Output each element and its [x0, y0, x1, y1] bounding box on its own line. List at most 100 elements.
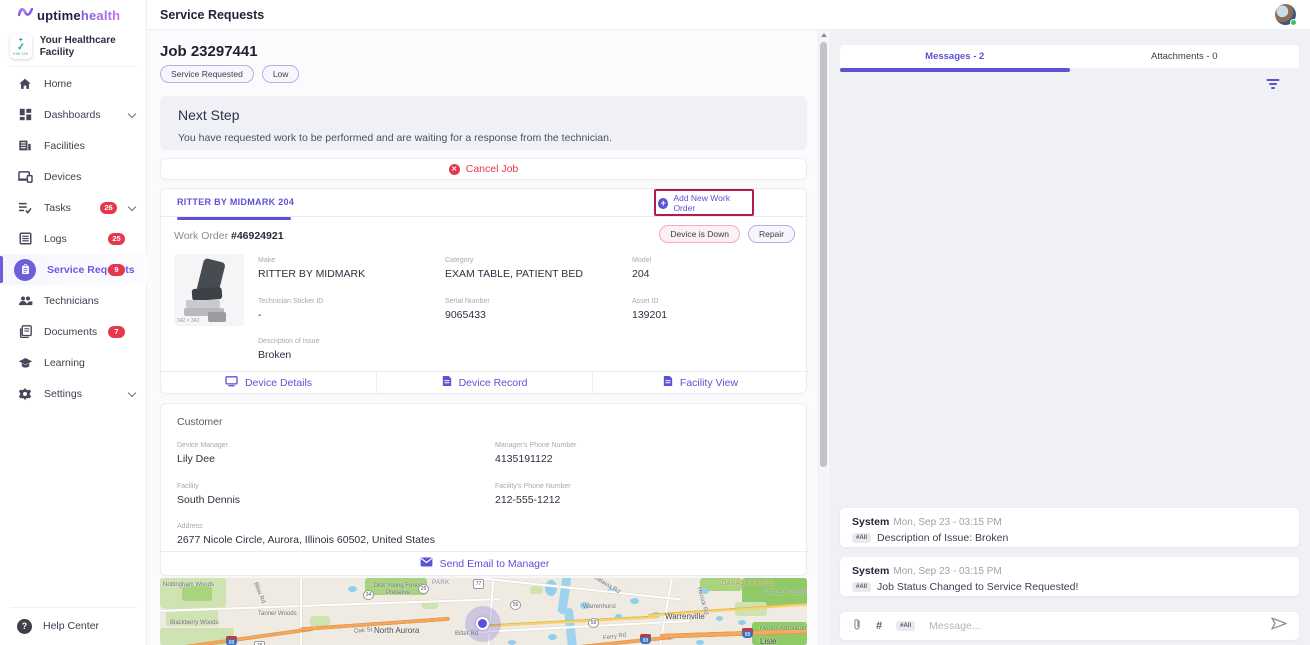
messages-panel: Messages - 2 Attachments - 0 System Mon, … — [829, 30, 1310, 645]
paperclip-icon[interactable] — [852, 617, 862, 636]
field-category: Category EXAM TABLE, PATIENT BED — [445, 257, 625, 280]
work-order-badges: Device is Down Repair — [659, 225, 795, 243]
filter-icon[interactable] — [1266, 79, 1279, 90]
building-icon — [17, 138, 33, 154]
message-text: Job Status Changed to Service Requested! — [877, 581, 1078, 593]
field-technician-sticker-id: Technician Sticker ID - — [258, 298, 438, 321]
main-scrollbar[interactable] — [818, 30, 828, 645]
scroll-up-arrow[interactable] — [819, 30, 829, 40]
channel-tag: #All — [852, 533, 871, 543]
field-address: Address 2677 Nicole Circle, Aurora, Illi… — [177, 523, 677, 546]
hash-icon[interactable]: # — [876, 620, 882, 632]
sidebar-item-devices[interactable]: Devices — [0, 161, 147, 192]
sidebar-item-technicians[interactable]: Technicians — [0, 285, 147, 316]
main-content: Job 23297441 Service Requested Low Next … — [147, 30, 819, 645]
sidebar-item-logs[interactable]: Logs 25 — [0, 223, 147, 254]
work-order-number: Work Order #46924921 — [174, 230, 284, 242]
device-record-button[interactable]: Device Record — [377, 372, 593, 393]
monitor-icon — [225, 376, 238, 390]
cancel-x-icon: ✕ — [449, 164, 460, 175]
chevron-down-icon — [129, 390, 136, 397]
chevron-down-icon — [129, 111, 136, 118]
sidebar-item-facilities[interactable]: Facilities — [0, 130, 147, 161]
logs-icon — [17, 231, 33, 247]
service-requests-count-badge: 9 — [108, 264, 125, 276]
next-step-panel: Next Step You have requested work to be … — [160, 96, 807, 150]
message-timestamp: Mon, Sep 23 - 03:15 PM — [893, 566, 1001, 577]
device-details-button[interactable]: Device Details — [161, 372, 377, 393]
brand-wordmark: uptimehealth — [37, 8, 120, 23]
sidebar-item-learning[interactable]: Learning — [0, 347, 147, 378]
field-manager-phone: Manager's Phone Number 4135191122 — [495, 442, 795, 465]
message-sender: System — [852, 565, 889, 577]
envelope-icon — [420, 557, 433, 570]
top-bar: Service Requests — [0, 0, 1310, 30]
people-icon — [17, 293, 33, 309]
field-make: Make RITTER BY MIDMARK — [258, 257, 438, 280]
home-icon — [17, 76, 33, 92]
next-step-description: You have requested work to be performed … — [178, 132, 789, 144]
sidebar-item-documents[interactable]: Documents 7 — [0, 316, 147, 347]
graduation-cap-icon — [17, 355, 33, 371]
field-description-of-issue: Description of Issue Broken — [258, 338, 438, 361]
document-icon — [663, 375, 673, 390]
tab-messages[interactable]: Messages - 2 — [840, 45, 1070, 68]
dashboard-icon — [17, 107, 33, 123]
plus-circle-icon: + — [658, 198, 668, 209]
panel-tabs: Messages - 2 Attachments - 0 — [840, 45, 1299, 68]
sidebar-item-dashboards[interactable]: Dashboards — [0, 99, 147, 130]
send-icon[interactable] — [1271, 617, 1287, 635]
send-email-button[interactable]: Send Email to Manager — [161, 551, 808, 575]
sidebar-item-service-requests[interactable]: Service Requests 9 — [0, 254, 147, 285]
device-down-badge[interactable]: Device is Down — [659, 225, 740, 243]
facility-name: Your Healthcare Facility — [40, 35, 138, 59]
sidebar-nav: Home Dashboards Facilities Devices Tasks… — [0, 68, 147, 409]
field-device-manager: Device Manager Lily Dee — [177, 442, 477, 465]
tab-device-work-order[interactable]: RITTER BY MIDMARK 204 — [177, 197, 294, 207]
job-badges: Service Requested Low — [160, 65, 299, 83]
field-serial-number: Serial Number 9065433 — [445, 298, 625, 321]
document-icon — [442, 375, 452, 390]
message-sender: System — [852, 516, 889, 528]
brand-logo[interactable]: uptimehealth — [18, 6, 120, 24]
clipboard-icon — [14, 259, 36, 281]
documents-icon — [17, 324, 33, 340]
question-mark-icon: ? — [17, 619, 32, 634]
user-avatar[interactable] — [1275, 4, 1296, 25]
customer-card: Customer Device Manager Lily Dee Manager… — [160, 403, 807, 576]
cancel-job-button[interactable]: ✕ Cancel Job — [160, 158, 807, 180]
facility-map[interactable]: Nottingham Woods Dick Young Forest Prese… — [160, 578, 807, 645]
help-center-link[interactable]: ? Help Center — [0, 611, 147, 641]
field-facility-phone: Facility's Phone Number 212-555-1212 — [495, 483, 795, 506]
device-photo[interactable]: 342 × 342 — [174, 254, 244, 326]
messages-tab-underline — [840, 68, 1070, 72]
tasks-count-badge: 26 — [100, 202, 117, 214]
tab-attachments[interactable]: Attachments - 0 — [1070, 45, 1300, 68]
facility-view-button[interactable]: Facility View — [593, 372, 808, 393]
facility-bird-icon: ✓ — [16, 42, 26, 52]
message-input[interactable] — [929, 620, 1257, 632]
sidebar-item-home[interactable]: Home — [0, 68, 147, 99]
sidebar-item-tasks[interactable]: Tasks 26 — [0, 192, 147, 223]
scrollbar-thumb[interactable] — [820, 42, 827, 467]
tasks-icon — [17, 200, 33, 216]
documents-count-badge: 7 — [108, 326, 125, 338]
sidebar-item-settings[interactable]: Settings — [0, 378, 147, 409]
work-order-tabs: RITTER BY MIDMARK 204 + Add New Work Ord… — [161, 189, 806, 217]
message-text: Description of Issue: Broken — [877, 532, 1008, 544]
work-order-header: Work Order #46924921 Device is Down Repa… — [161, 225, 808, 247]
page-title: Service Requests — [160, 8, 264, 22]
sidebar: uptimehealth + ✓ KIM CHI Your Healthcare… — [0, 0, 147, 645]
field-asset-id: Asset ID 139201 — [632, 298, 812, 321]
chevron-down-icon — [129, 204, 136, 211]
repair-badge[interactable]: Repair — [748, 225, 795, 243]
facility-switcher[interactable]: + ✓ KIM CHI Your Healthcare Facility — [10, 34, 138, 67]
field-facility: Facility South Dennis — [177, 483, 477, 506]
brand-wave-icon — [18, 6, 33, 24]
channel-tag[interactable]: #All — [896, 621, 915, 631]
map-location-marker[interactable] — [476, 617, 489, 630]
add-new-work-order-button[interactable]: + Add New Work Order — [658, 191, 750, 215]
job-priority-badge: Low — [262, 65, 300, 83]
customer-title: Customer — [177, 416, 223, 428]
message-card: SystemMon, Sep 23 - 03:15 PM #All Job St… — [840, 557, 1299, 596]
